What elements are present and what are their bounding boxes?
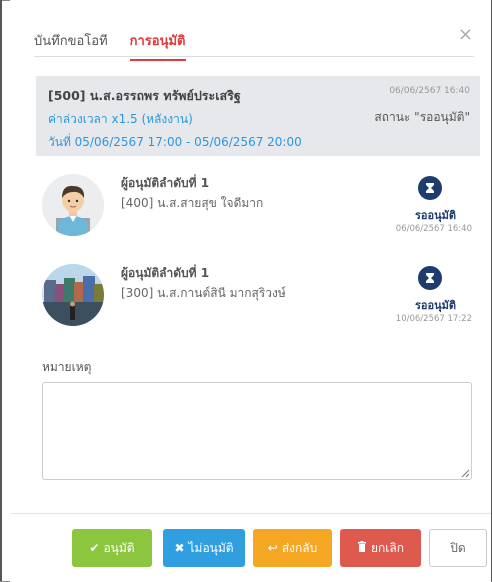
x-icon: ✖ bbox=[174, 541, 185, 555]
request-status: สถานะ "รออนุมัติ" bbox=[374, 110, 470, 124]
approval-modal: บันทึกขอโอที การอนุมัติ × [500] น.ส.อรรถ… bbox=[10, 0, 491, 582]
close-icon[interactable]: × bbox=[458, 24, 473, 45]
avatar-photo-icon bbox=[42, 264, 104, 326]
remark-label: หมายเหตุ bbox=[42, 360, 92, 374]
tab-divider bbox=[34, 56, 474, 57]
avatar-man-icon bbox=[42, 174, 104, 236]
resize-handle-icon[interactable] bbox=[460, 468, 470, 478]
hourglass-icon bbox=[418, 176, 442, 200]
approver-item: ผู้อนุมัติลำดับที่ 1 [400] น.ส.สายสุข ใจ… bbox=[42, 174, 482, 240]
ot-period: วันที่ 05/06/2567 17:00 - 05/06/2567 20:… bbox=[48, 135, 302, 149]
reply-icon: ↩ bbox=[267, 541, 278, 555]
approver-name: [400] น.ส.สายสุข ใจดีมาก bbox=[121, 196, 264, 210]
cancel-button[interactable]: ยกเลิก bbox=[340, 529, 421, 567]
approve-button[interactable]: ✔ อนุมัติ bbox=[72, 529, 152, 567]
approver-timestamp: 10/06/2567 17:22 bbox=[395, 314, 472, 324]
approver-timestamp: 06/06/2567 16:40 bbox=[395, 224, 472, 234]
approver-item: ผู้อนุมัติลำดับที่ 1 [300] น.ส.กานต์สินี… bbox=[42, 264, 482, 330]
approver-status: รออนุมัติ bbox=[414, 299, 456, 312]
footer-divider bbox=[10, 513, 491, 514]
avatar bbox=[42, 264, 104, 326]
trash-icon bbox=[357, 541, 367, 555]
approver-status: รออนุมัติ bbox=[414, 209, 456, 222]
return-button[interactable]: ↩ ส่งกลับ bbox=[253, 529, 332, 567]
hourglass-icon bbox=[418, 266, 442, 290]
window-frame-left bbox=[0, 0, 2, 582]
approver-title: ผู้อนุมัติลำดับที่ 1 bbox=[121, 176, 210, 190]
request-summary: [500] น.ส.อรรถพร ทรัพย์ประเสริฐ ค่าล่วงเ… bbox=[36, 76, 480, 156]
request-timestamp: 06/06/2567 16:40 bbox=[389, 86, 470, 96]
remark-textarea[interactable] bbox=[42, 382, 472, 480]
reject-button[interactable]: ✖ ไม่อนุมัติ bbox=[163, 529, 245, 567]
approver-title: ผู้อนุมัติลำดับที่ 1 bbox=[121, 266, 210, 280]
avatar bbox=[42, 174, 104, 236]
close-button[interactable]: ปิด bbox=[429, 529, 487, 567]
check-icon: ✔ bbox=[89, 541, 100, 555]
approver-name: [300] น.ส.กานต์สินี มากสุริวงษ์ bbox=[121, 286, 286, 300]
